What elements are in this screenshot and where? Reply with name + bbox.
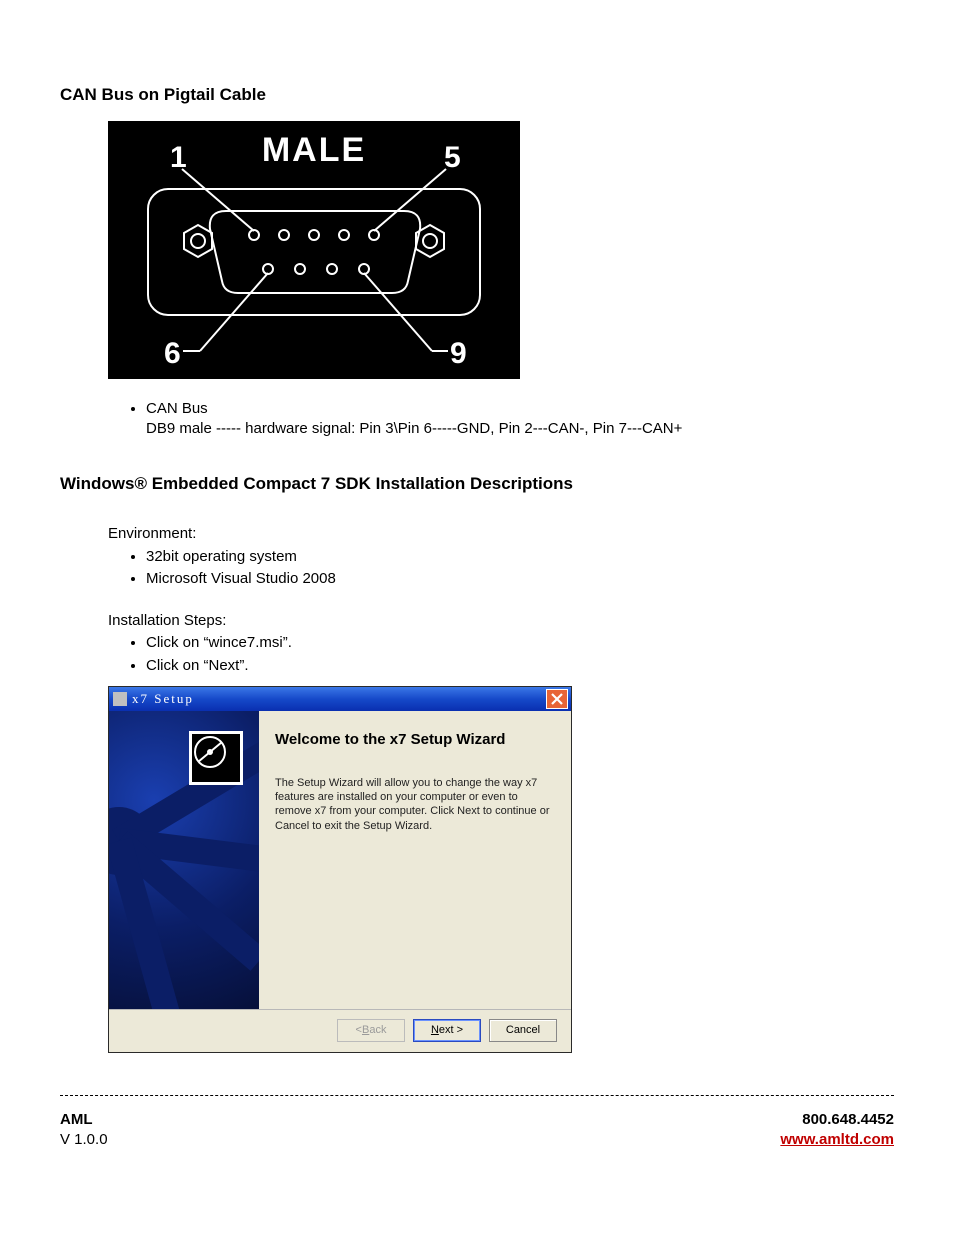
disc-icon: [189, 731, 243, 785]
close-button[interactable]: [546, 689, 568, 709]
window-icon: [113, 692, 127, 706]
pin-1-label: 1: [170, 141, 187, 174]
titlebar[interactable]: x7 Setup: [109, 687, 571, 711]
wizard-sidebar-graphic: [109, 711, 259, 1009]
environment-list: 32bit operating system Microsoft Visual …: [60, 547, 894, 590]
footer-phone: 800.648.4452: [780, 1110, 894, 1130]
install-steps-label: Installation Steps:: [108, 611, 894, 631]
cancel-button[interactable]: Cancel: [489, 1019, 557, 1042]
next-button[interactable]: Next >: [413, 1019, 481, 1042]
pin-5-label: 5: [444, 141, 461, 174]
list-item: 32bit operating system: [146, 547, 894, 567]
install-steps-list: Click on “wince7.msi”. Click on “Next”.: [60, 633, 894, 676]
canbus-bullet-detail: DB9 male ----- hardware signal: Pin 3\Pi…: [146, 420, 682, 437]
footer-version: V 1.0.0: [60, 1130, 108, 1150]
canbus-bullet-list: CAN Bus DB9 male ----- hardware signal: …: [60, 399, 894, 440]
canbus-bullet-label: CAN Bus: [146, 400, 208, 417]
wizard-heading: Welcome to the x7 Setup Wizard: [275, 731, 553, 750]
diagram-title: MALE: [262, 131, 366, 169]
list-item: Click on “wince7.msi”.: [146, 633, 894, 653]
environment-label: Environment:: [108, 524, 894, 544]
wizard-body-text: The Setup Wizard will allow you to chang…: [275, 776, 553, 833]
section-heading-sdk: Windows® Embedded Compact 7 SDK Installa…: [60, 473, 894, 496]
window-title: x7 Setup: [132, 690, 194, 708]
footer-divider: [60, 1095, 894, 1096]
page-footer: AML V 1.0.0 800.648.4452 www.amltd.com: [60, 1110, 894, 1151]
db9-male-diagram: 1 5 6 9 MALE: [108, 121, 520, 379]
footer-brand: AML: [60, 1110, 108, 1130]
section-heading-canbus: CAN Bus on Pigtail Cable: [60, 84, 894, 107]
pin-9-label: 9: [450, 337, 467, 370]
setup-wizard-window: x7 Setup: [108, 686, 572, 1053]
list-item: Click on “Next”.: [146, 656, 894, 676]
footer-link[interactable]: www.amltd.com: [780, 1131, 894, 1148]
list-item: Microsoft Visual Studio 2008: [146, 569, 894, 589]
pin-6-label: 6: [164, 337, 181, 370]
back-button: < Back: [337, 1019, 405, 1042]
